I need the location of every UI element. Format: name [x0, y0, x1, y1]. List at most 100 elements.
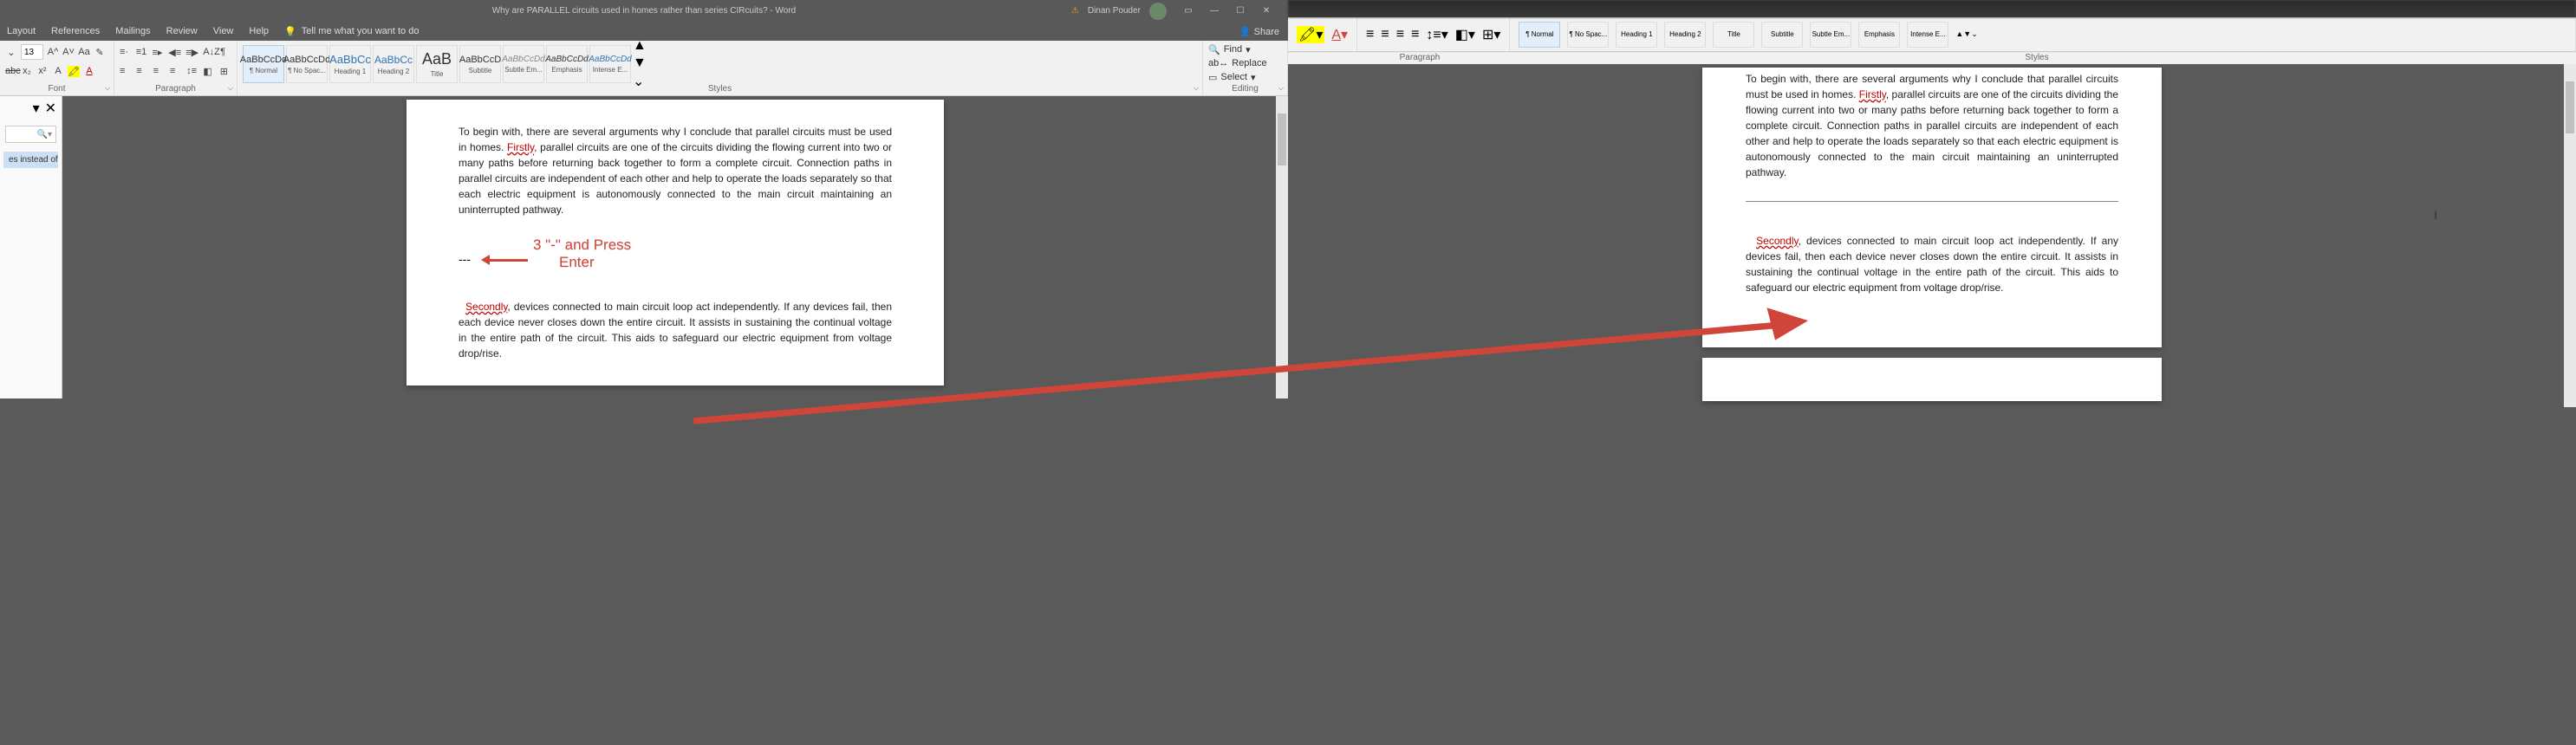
word-window-left: Why are PARALLEL circuits used in homes … — [0, 0, 1288, 398]
style-heading1[interactable]: Heading 1 — [1616, 22, 1657, 48]
decrease-indent-icon[interactable]: ◀≡ — [168, 47, 180, 58]
style-subtle-em[interactable]: Subtle Em... — [1810, 22, 1851, 48]
style-nospacing[interactable]: AaBbCcDd¶ No Spac... — [286, 45, 328, 83]
multilevel-icon[interactable]: ≡▸ — [153, 47, 164, 58]
align-left-icon[interactable]: ≡ — [1366, 27, 1374, 42]
style-emphasis[interactable]: AaBbCcDdEmphasis — [546, 45, 588, 83]
close-button[interactable]: ✕ — [1253, 3, 1279, 20]
replace-button[interactable]: ab↔Replace — [1208, 56, 1282, 70]
sort-icon[interactable]: A↓Z — [203, 47, 215, 57]
subscript-icon[interactable]: x₂ — [21, 66, 33, 76]
paragraph-1: To begin with, there are several argumen… — [459, 124, 892, 217]
tab-help[interactable]: Help — [249, 26, 269, 36]
shading-icon[interactable]: ◧▾ — [1455, 26, 1475, 43]
styles-group-label: Styles — [1498, 52, 2576, 64]
ribbon-tabs: Layout References Mailings Review View H… — [0, 22, 1288, 41]
style-nospacing[interactable]: ¶ No Spac... — [1567, 22, 1609, 48]
style-heading1[interactable]: AaBbCcHeading 1 — [329, 45, 371, 83]
minimize-button[interactable]: — — [1201, 3, 1227, 20]
scrollbar-thumb[interactable] — [2566, 81, 2574, 133]
style-intense-em[interactable]: AaBbCcDdIntense E... — [589, 45, 631, 83]
document-page-2-right[interactable] — [1702, 358, 2162, 401]
find-button[interactable]: 🔍Find▾ — [1208, 42, 1282, 56]
justify-icon[interactable]: ≡ — [1411, 27, 1419, 42]
style-intense-em[interactable]: Intense E... — [1907, 22, 1948, 48]
tab-mailings[interactable]: Mailings — [115, 26, 150, 36]
navigation-panel: ▾ ✕ 🔍▾ es instead of se... — [0, 96, 62, 398]
superscript-icon[interactable]: x² — [36, 66, 49, 76]
line-spacing-icon[interactable]: ↕≡▾ — [1426, 26, 1447, 43]
tab-review[interactable]: Review — [166, 26, 198, 36]
document-page-1[interactable]: To begin with, there are several argumen… — [407, 100, 944, 385]
styles-group-label: Styles — [243, 84, 1197, 94]
style-title[interactable]: Title — [1713, 22, 1754, 48]
grow-font-icon[interactable]: A^ — [47, 47, 59, 57]
borders-icon[interactable]: ⊞▾ — [1482, 26, 1500, 43]
strikethrough-icon[interactable]: abc — [5, 66, 17, 76]
change-case-icon[interactable]: Aa — [78, 47, 90, 57]
styles-more[interactable]: ▲▼⌄ — [1955, 29, 1966, 39]
nav-dropdown-icon[interactable]: ▾ — [33, 100, 40, 117]
borders-icon[interactable]: ⊞ — [220, 66, 231, 77]
style-emphasis[interactable]: Emphasis — [1858, 22, 1900, 48]
bullets-icon[interactable]: ≡· — [120, 47, 131, 57]
shading-icon[interactable]: ◧ — [203, 66, 214, 77]
nav-result-item[interactable]: es instead of se... — [3, 152, 58, 168]
justify-icon[interactable]: ≡ — [170, 66, 181, 76]
user-avatar[interactable] — [1149, 3, 1167, 20]
align-center-icon[interactable]: ≡ — [136, 66, 147, 76]
align-center-icon[interactable]: ≡ — [1381, 27, 1389, 42]
select-button[interactable]: ▭Select▾ — [1208, 70, 1282, 84]
style-subtle-em[interactable]: AaBbCcDdSubtle Em... — [503, 45, 544, 83]
maximize-button[interactable]: ☐ — [1227, 3, 1253, 20]
align-right-icon[interactable]: ≡ — [1396, 27, 1404, 42]
clear-format-icon[interactable]: ✎ — [94, 47, 106, 58]
document-page-1-right[interactable]: To begin with, there are several argumen… — [1702, 68, 2162, 347]
editing-group: 🔍Find▾ ab↔Replace ▭Select▾ Editing — [1203, 41, 1288, 95]
style-normal[interactable]: ¶ Normal — [1519, 22, 1560, 48]
paragraph-group-label: Paragraph — [120, 84, 231, 94]
style-normal[interactable]: AaBbCcDd¶ Normal — [243, 45, 284, 83]
dash-demo: --- 3 "-" and Press Enter — [459, 236, 892, 280]
highlight-icon[interactable]: 🖍 — [68, 66, 80, 77]
vertical-scrollbar[interactable] — [1276, 96, 1288, 398]
numbering-icon[interactable]: ≡1 — [136, 47, 147, 57]
text-effects-icon[interactable]: A — [52, 66, 64, 76]
flagged-word-secondly[interactable]: Secondly — [1756, 235, 1798, 247]
align-right-icon[interactable]: ≡ — [153, 66, 165, 76]
style-title[interactable]: AaBTitle — [416, 45, 458, 83]
flagged-word-secondly[interactable]: Secondly — [465, 301, 507, 313]
style-heading2[interactable]: Heading 2 — [1664, 22, 1706, 48]
styles-more[interactable]: ▲▼⌄ — [633, 38, 645, 90]
find-icon: 🔍 — [1208, 44, 1220, 55]
line-spacing-icon[interactable]: ↕≡ — [186, 66, 198, 76]
horizontal-rule — [1746, 201, 2118, 202]
vertical-scrollbar[interactable] — [2564, 64, 2576, 407]
highlight-icon[interactable]: 🖍▾ — [1297, 26, 1324, 43]
font-size-input[interactable] — [21, 44, 43, 60]
style-subtitle[interactable]: Subtitle — [1761, 22, 1803, 48]
style-subtitle[interactable]: AaBbCcDSubtitle — [459, 45, 501, 83]
nav-close-icon[interactable]: ✕ — [45, 100, 56, 117]
font-dropdown-icon[interactable]: ⌄ — [5, 47, 17, 58]
flagged-word-firstly[interactable]: Firstly — [507, 141, 534, 153]
shrink-font-icon[interactable]: A˅ — [62, 47, 75, 57]
show-marks-icon[interactable]: ¶ — [220, 47, 231, 57]
tab-references[interactable]: References — [51, 26, 100, 36]
ribbon-options-button[interactable]: ▭ — [1175, 3, 1201, 20]
increase-indent-icon[interactable]: ≡▶ — [185, 47, 198, 58]
tab-layout[interactable]: Layout — [7, 26, 36, 36]
nav-search-input[interactable]: 🔍▾ — [5, 126, 56, 143]
tab-view[interactable]: View — [213, 26, 234, 36]
font-color-icon[interactable]: A▾ — [1331, 26, 1348, 43]
tell-me-search[interactable]: 💡 Tell me what you want to do — [284, 26, 419, 37]
scrollbar-thumb[interactable] — [1278, 113, 1286, 165]
select-icon: ▭ — [1208, 72, 1217, 83]
flagged-word-firstly[interactable]: Firstly — [1859, 88, 1886, 100]
share-button[interactable]: 👤 Share — [1239, 26, 1279, 37]
titlebar: Why are PARALLEL circuits used in homes … — [0, 0, 1288, 22]
align-left-icon[interactable]: ≡ — [120, 66, 131, 76]
style-heading2[interactable]: AaBbCcHeading 2 — [373, 45, 414, 83]
styles-gallery[interactable]: AaBbCcDd¶ Normal AaBbCcDd¶ No Spac... Aa… — [243, 42, 1197, 84]
font-color-icon[interactable]: A — [83, 66, 95, 76]
